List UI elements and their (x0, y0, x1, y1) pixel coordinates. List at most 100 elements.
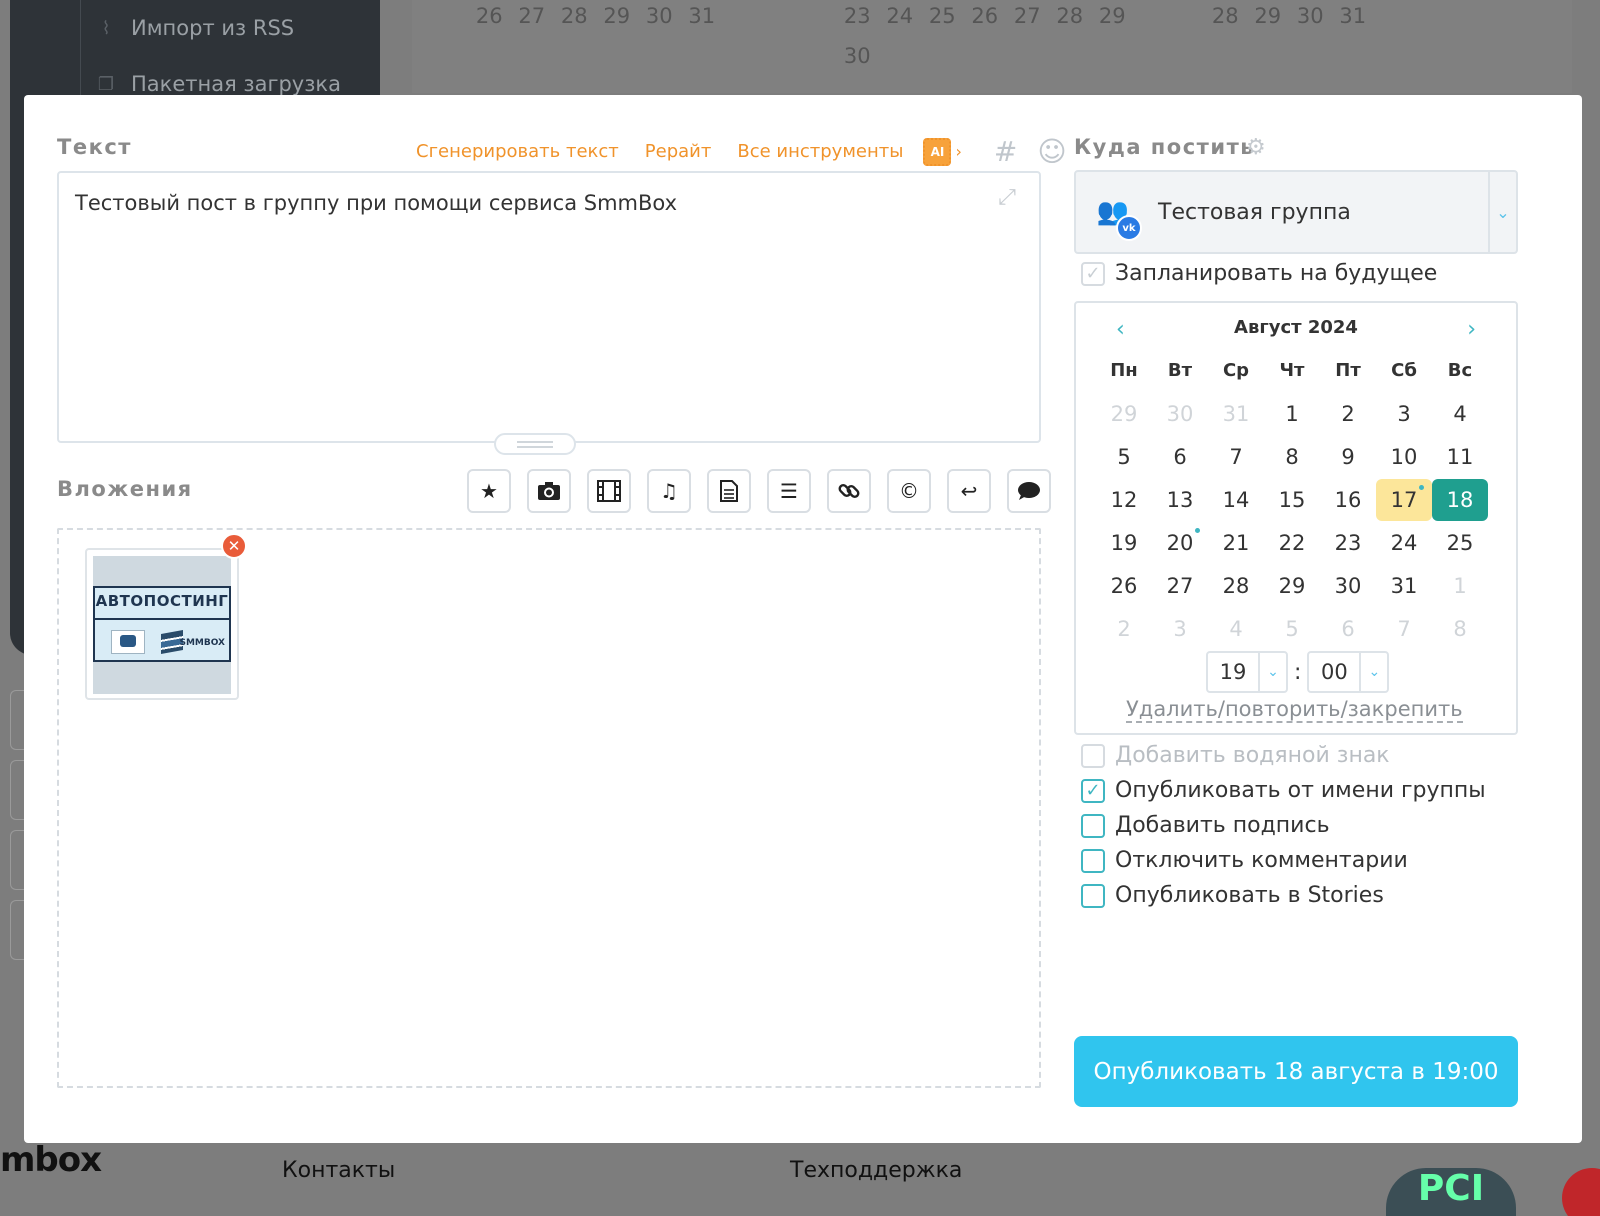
background-left-fields (10, 690, 24, 1020)
calendar-day[interactable]: 11 (1432, 436, 1488, 478)
calendar-day[interactable]: 15 (1264, 479, 1320, 521)
calendar-day: 4 (1229, 616, 1243, 641)
post-text-input[interactable]: Тестовый пост в группу при помощи сервис… (57, 171, 1041, 443)
calendar-day[interactable]: 30 (1320, 565, 1376, 607)
calendar-day[interactable]: 10 (1376, 436, 1432, 478)
calendar-day[interactable]: 16 (1320, 479, 1376, 521)
calendar-day[interactable]: 2 (1320, 393, 1376, 435)
calendar-day: 30 (1166, 401, 1194, 426)
comment-icon[interactable] (1007, 469, 1051, 513)
music-icon[interactable]: ♫ (647, 469, 691, 513)
option-checkbox[interactable]: ✓ (1081, 778, 1105, 803)
remove-attachment-button[interactable]: ✕ (221, 533, 247, 559)
calendar-day[interactable]: 28 (1208, 565, 1264, 607)
weekday-row: Пн Вт Ср Чт Пт Сб Вс (1096, 349, 1488, 392)
calendar-day[interactable]: 12 (1096, 479, 1152, 521)
calendar-day[interactable]: 14 (1208, 479, 1264, 521)
option-row[interactable]: Опубликовать в Stories (1081, 883, 1384, 908)
list-icon[interactable]: ☰ (767, 469, 811, 513)
option-checkbox[interactable] (1081, 813, 1105, 838)
publish-button[interactable]: Опубликовать 18 августа в 19:00 (1074, 1036, 1518, 1107)
calendar-day[interactable]: 26 (1096, 565, 1152, 607)
background-calendar-row: 30 (836, 44, 879, 68)
star-icon[interactable]: ★ (467, 469, 511, 513)
option-row[interactable]: Отключить комментарии (1081, 848, 1408, 873)
gear-icon[interactable]: ⚙ (1246, 135, 1266, 160)
sidebar-item-label: Пакетная загрузка (131, 72, 341, 96)
chevron-down-icon[interactable]: ⌄ (1488, 172, 1516, 252)
target-group-select[interactable]: 👥 vk Тестовая группа ⌄ (1074, 170, 1518, 254)
delete-repeat-pin-link[interactable]: Удалить/повторить/закрепить (1126, 697, 1463, 723)
calendar-day[interactable]: 21 (1208, 522, 1264, 564)
hour-select[interactable]: 19 ⌄ (1206, 651, 1288, 693)
chevron-right-icon[interactable]: › (955, 142, 961, 161)
calendar-day[interactable]: 6 (1152, 436, 1208, 478)
document-icon[interactable] (707, 469, 751, 513)
footer-logo: mbox (0, 1140, 102, 1180)
weekday-label: Пт (1335, 360, 1361, 381)
chevron-down-icon[interactable]: ⌄ (1359, 653, 1387, 691)
calendar-day[interactable]: 27 (1152, 565, 1208, 607)
calendar-day[interactable]: 4 (1432, 393, 1488, 435)
minute-select[interactable]: 00 ⌄ (1307, 651, 1390, 693)
calendar-day[interactable]: 18 (1432, 478, 1488, 521)
calendar-day[interactable]: 5 (1096, 436, 1152, 478)
background-day: 28 (1211, 4, 1239, 28)
schedule-checkbox-row[interactable]: ✓ Запланировать на будущее (1081, 261, 1437, 286)
option-row[interactable]: ✓ Опубликовать от имени группы (1081, 778, 1486, 803)
schedule-checkbox[interactable]: ✓ (1081, 261, 1105, 286)
footer-link-contacts[interactable]: Контакты (282, 1158, 395, 1183)
background-day: 23 (843, 4, 871, 28)
weekday-label: Сб (1391, 360, 1417, 381)
calendar-day[interactable]: 19 (1096, 522, 1152, 564)
background-day: 31 (688, 4, 716, 28)
link-icon[interactable] (827, 469, 871, 513)
calendar-day[interactable]: 25 (1432, 522, 1488, 564)
camera-icon[interactable] (527, 469, 571, 513)
calendar-day[interactable]: 29 (1264, 565, 1320, 607)
option-row[interactable]: Добавить подпись (1081, 813, 1330, 838)
resize-handle[interactable] (494, 433, 576, 455)
calendar-day[interactable]: 7 (1208, 436, 1264, 478)
calendar-day[interactable]: 31 (1376, 565, 1432, 607)
target-group-name: Тестовая группа (1158, 199, 1351, 225)
background-day: 26 (971, 4, 999, 28)
chevron-down-icon[interactable]: ⌄ (1258, 653, 1286, 691)
film-icon[interactable] (587, 469, 631, 513)
calendar-day[interactable]: 13 (1152, 479, 1208, 521)
rewrite-link[interactable]: Рерайт (645, 141, 712, 162)
background-day: 29 (1254, 4, 1282, 28)
background-day: 27 (1013, 4, 1041, 28)
ai-icon[interactable]: AI (923, 137, 952, 166)
all-tools-link[interactable]: Все инструменты (737, 141, 903, 162)
calendar-day[interactable]: 20 (1152, 522, 1208, 564)
calendar-day[interactable]: 23 (1320, 522, 1376, 564)
calendar-week: 26 27 28 29 30 31 1 (1096, 564, 1488, 607)
sidebar-item-rss-import[interactable]: ⌇ Импорт из RSS (80, 0, 380, 56)
calendar-day[interactable]: 3 (1376, 393, 1432, 435)
emoji-icon[interactable]: ☺ (1037, 135, 1066, 168)
hashtag-icon[interactable]: # (994, 135, 1017, 168)
calendar-day[interactable]: 17 (1376, 478, 1432, 521)
expand-icon[interactable]: ⤢ (993, 185, 1021, 213)
option-checkbox[interactable] (1081, 848, 1105, 873)
background-day: 26 (475, 4, 503, 28)
calendar-day[interactable]: 22 (1264, 522, 1320, 564)
background-day: 30 (1296, 4, 1324, 28)
chevron-right-icon[interactable]: › (1467, 317, 1476, 342)
time-picker: 19 ⌄ : 00 ⌄ (1206, 651, 1390, 693)
option-checkbox[interactable] (1081, 883, 1105, 908)
reply-icon[interactable]: ↩ (947, 469, 991, 513)
copyright-icon[interactable]: © (887, 469, 931, 513)
calendar-day[interactable]: 9 (1320, 436, 1376, 478)
footer-link-support[interactable]: Техподдержка (790, 1158, 962, 1183)
attachment-thumbnail[interactable]: АВТОПОСТИНГ SMMBOX (85, 548, 239, 700)
calendar-day: 29 (1110, 401, 1138, 426)
calendar-day[interactable]: 1 (1264, 393, 1320, 435)
calendar-day: 5 (1285, 616, 1299, 641)
attachments-dropzone[interactable]: АВТОПОСТИНГ SMMBOX (57, 528, 1041, 1088)
generate-text-link[interactable]: Сгенерировать текст (416, 141, 619, 162)
calendar-day[interactable]: 24 (1376, 522, 1432, 564)
calendar-day[interactable]: 8 (1264, 436, 1320, 478)
background-day: 28 (560, 4, 588, 28)
